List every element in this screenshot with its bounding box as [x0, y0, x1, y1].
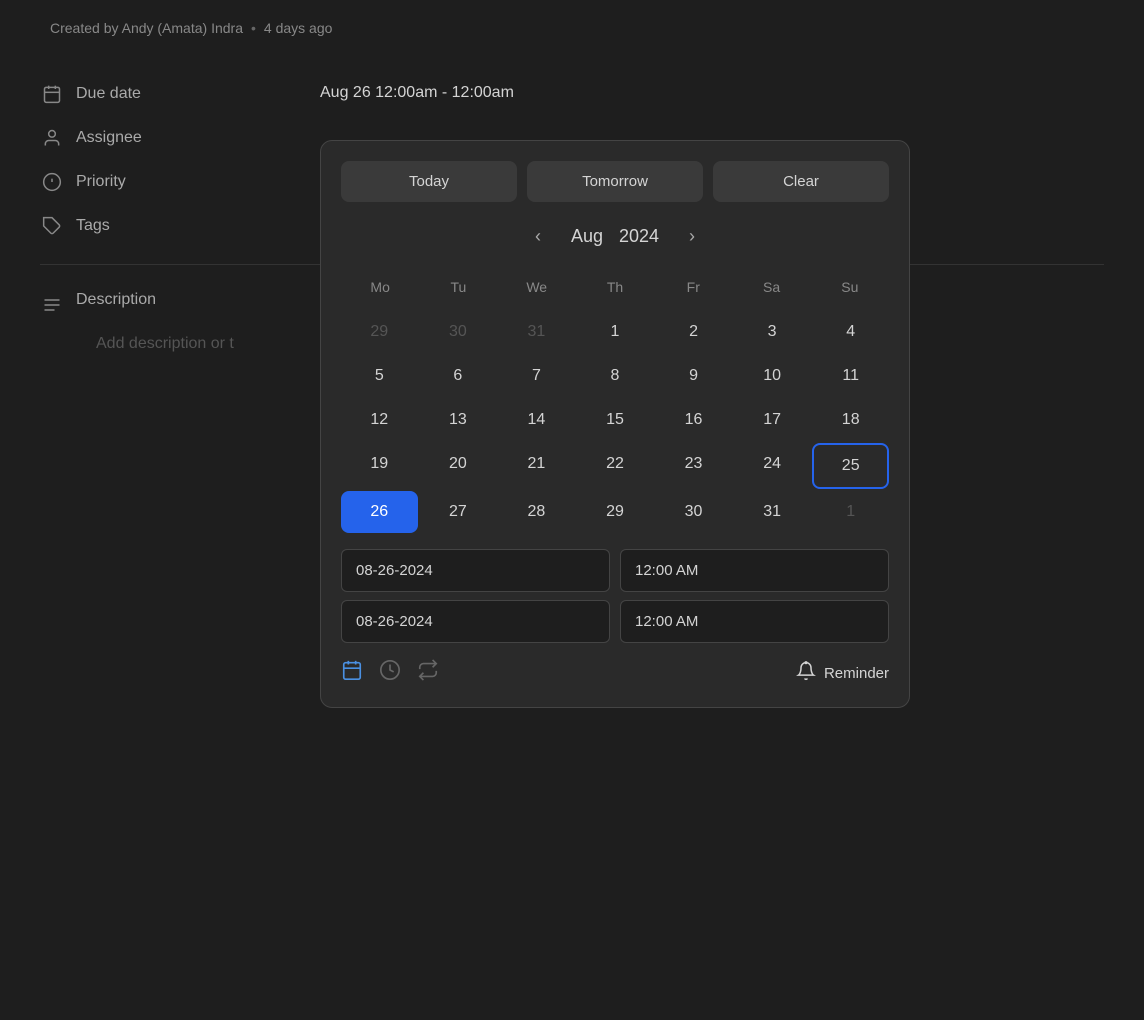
calendar-days: 2930311234567891011121314151617181920212…: [341, 311, 889, 533]
calendar-icon: [40, 82, 64, 106]
next-month-button[interactable]: ›: [679, 222, 705, 251]
calendar-popup: Today Tomorrow Clear ‹ Aug 2024 › MoTuWe…: [320, 140, 910, 708]
due-date-label-container: Due date: [40, 82, 320, 106]
description-label: Description: [76, 291, 156, 309]
meta-dot: •: [251, 20, 256, 36]
created-by-text: Created by Andy (Amata) Indra: [50, 20, 243, 36]
calendar-day-0-3[interactable]: 1: [577, 311, 654, 353]
due-date-label: Due date: [76, 85, 141, 103]
calendar-day-1-4[interactable]: 9: [655, 355, 732, 397]
tags-label-container: Tags: [40, 214, 320, 238]
clear-button[interactable]: Clear: [713, 161, 889, 202]
calendar-day-4-4[interactable]: 30: [655, 491, 732, 533]
day-headers: MoTuWeThFrSaSu: [341, 271, 889, 303]
calendar-day-4-0[interactable]: 26: [341, 491, 418, 533]
calendar-day-0-5[interactable]: 3: [734, 311, 811, 353]
calendar-footer-icon[interactable]: [341, 659, 363, 687]
reminder-button[interactable]: Reminder: [796, 661, 889, 685]
calendar-day-0-4[interactable]: 2: [655, 311, 732, 353]
calendar-day-3-0[interactable]: 19: [341, 443, 418, 489]
calendar-day-4-5[interactable]: 31: [734, 491, 811, 533]
day-header-we: We: [498, 271, 576, 303]
calendar-day-0-1[interactable]: 30: [420, 311, 497, 353]
calendar-day-4-6[interactable]: 1: [812, 491, 889, 533]
month-nav: ‹ Aug 2024 ›: [341, 222, 889, 251]
calendar-day-3-1[interactable]: 20: [420, 443, 497, 489]
calendar-day-3-2[interactable]: 21: [498, 443, 575, 489]
calendar-day-2-6[interactable]: 18: [812, 399, 889, 441]
calendar-day-2-2[interactable]: 14: [498, 399, 575, 441]
calendar-day-1-2[interactable]: 7: [498, 355, 575, 397]
clock-footer-icon[interactable]: [379, 659, 401, 687]
year-label: 2024: [619, 226, 659, 247]
person-icon: [40, 126, 64, 150]
end-date-input[interactable]: [341, 600, 610, 643]
calendar-day-0-0[interactable]: 29: [341, 311, 418, 353]
time-ago-text: 4 days ago: [264, 20, 333, 36]
calendar-day-1-6[interactable]: 11: [812, 355, 889, 397]
end-datetime-row: [341, 600, 889, 643]
month-label: Aug: [571, 226, 603, 247]
priority-label-container: Priority: [40, 170, 320, 194]
calendar-day-4-1[interactable]: 27: [420, 491, 497, 533]
calendar-grid: MoTuWeThFrSaSu 2930311234567891011121314…: [341, 271, 889, 533]
tags-label: Tags: [76, 217, 110, 235]
description-placeholder: Add description or t: [96, 335, 234, 352]
calendar-day-2-4[interactable]: 16: [655, 399, 732, 441]
calendar-footer: Reminder: [341, 659, 889, 687]
day-header-th: Th: [576, 271, 654, 303]
meta-row: Created by Andy (Amata) Indra • 4 days a…: [40, 20, 1104, 36]
quick-buttons-row: Today Tomorrow Clear: [341, 161, 889, 202]
month-year-display: Aug 2024: [571, 226, 659, 247]
priority-icon: [40, 170, 64, 194]
start-datetime-row: [341, 549, 889, 592]
reminder-label: Reminder: [824, 665, 889, 682]
day-header-tu: Tu: [419, 271, 497, 303]
datetime-inputs: [341, 549, 889, 643]
day-header-fr: Fr: [654, 271, 732, 303]
priority-label: Priority: [76, 173, 126, 191]
calendar-day-0-6[interactable]: 4: [812, 311, 889, 353]
calendar-day-4-3[interactable]: 29: [577, 491, 654, 533]
prev-month-button[interactable]: ‹: [525, 222, 551, 251]
calendar-day-1-5[interactable]: 10: [734, 355, 811, 397]
calendar-day-3-5[interactable]: 24: [734, 443, 811, 489]
due-date-value[interactable]: Aug 26 12:00am - 12:00am: [320, 82, 514, 102]
calendar-day-2-3[interactable]: 15: [577, 399, 654, 441]
start-time-input[interactable]: [620, 549, 889, 592]
description-icon: [40, 293, 64, 317]
due-date-row: Due date Aug 26 12:00am - 12:00am: [40, 72, 1104, 116]
calendar-day-2-0[interactable]: 12: [341, 399, 418, 441]
tag-icon: [40, 214, 64, 238]
repeat-footer-icon[interactable]: [417, 659, 439, 687]
assignee-label: Assignee: [76, 129, 142, 147]
calendar-day-3-4[interactable]: 23: [655, 443, 732, 489]
today-button[interactable]: Today: [341, 161, 517, 202]
assignee-label-container: Assignee: [40, 126, 320, 150]
tomorrow-button[interactable]: Tomorrow: [527, 161, 703, 202]
calendar-day-1-1[interactable]: 6: [420, 355, 497, 397]
day-header-su: Su: [811, 271, 889, 303]
calendar-day-0-2[interactable]: 31: [498, 311, 575, 353]
calendar-day-3-6[interactable]: 25: [812, 443, 889, 489]
end-time-input[interactable]: [620, 600, 889, 643]
calendar-day-3-3[interactable]: 22: [577, 443, 654, 489]
calendar-day-4-2[interactable]: 28: [498, 491, 575, 533]
calendar-day-2-1[interactable]: 13: [420, 399, 497, 441]
calendar-day-2-5[interactable]: 17: [734, 399, 811, 441]
day-header-mo: Mo: [341, 271, 419, 303]
calendar-day-1-3[interactable]: 8: [577, 355, 654, 397]
footer-icons: [341, 659, 439, 687]
calendar-day-1-0[interactable]: 5: [341, 355, 418, 397]
reminder-icon: [796, 661, 816, 685]
day-header-sa: Sa: [732, 271, 810, 303]
start-date-input[interactable]: [341, 549, 610, 592]
